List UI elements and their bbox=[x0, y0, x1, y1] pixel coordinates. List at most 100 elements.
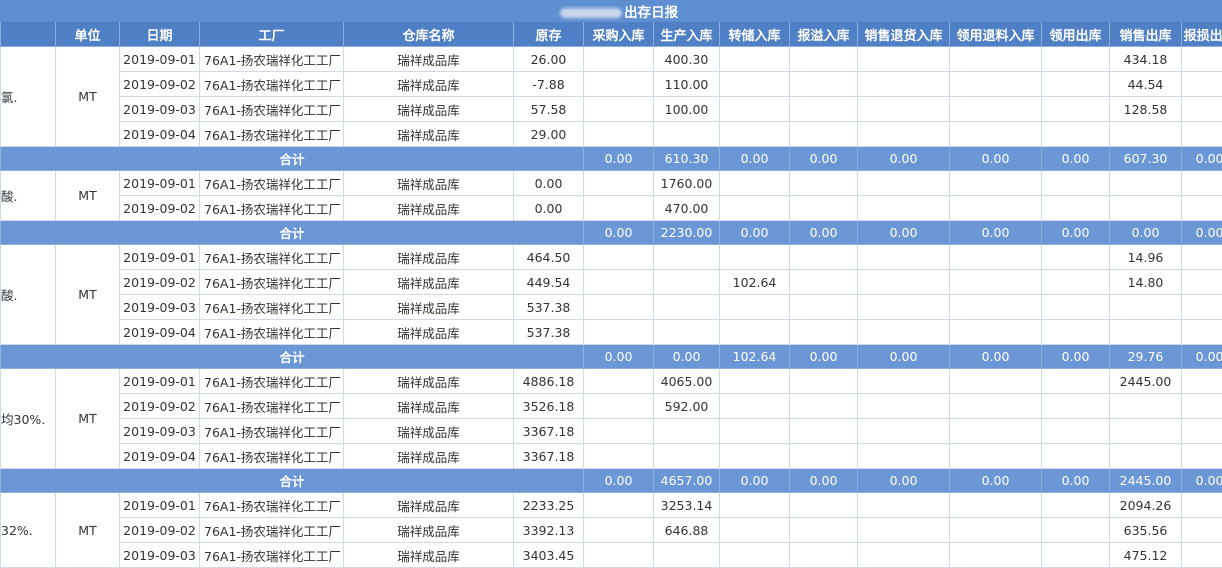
date-cell: 2019-09-03 bbox=[119, 96, 200, 122]
subtotal-value: 29.76 bbox=[1109, 344, 1182, 369]
value-cell bbox=[653, 319, 720, 345]
value-cell bbox=[789, 517, 858, 543]
date-cell: 2019-09-01 bbox=[119, 492, 200, 518]
value-cell: 3392.13 bbox=[513, 517, 584, 543]
value-cell bbox=[857, 195, 950, 221]
factory-cell: 76A1-扬农瑞祥化工工厂 bbox=[199, 195, 344, 221]
column-header[interactable]: 原存 bbox=[513, 21, 584, 47]
factory-cell: 76A1-扬农瑞祥化工工厂 bbox=[199, 170, 344, 196]
date-cell: 2019-09-03 bbox=[119, 294, 200, 320]
value-cell bbox=[857, 96, 950, 122]
warehouse-cell: 瑞祥成品库 bbox=[343, 517, 514, 543]
column-header[interactable]: 销售退货入库 bbox=[857, 21, 950, 47]
factory-cell: 76A1-扬农瑞祥化工工厂 bbox=[199, 418, 344, 444]
column-header[interactable]: 生产入库 bbox=[653, 21, 720, 47]
value-cell bbox=[653, 294, 720, 320]
value-cell bbox=[1109, 418, 1182, 444]
value-cell bbox=[1180, 443, 1222, 469]
value-cell bbox=[1180, 46, 1222, 72]
column-header[interactable]: 仓库名称 bbox=[343, 21, 514, 47]
subtotal-value: 0.00 bbox=[1041, 220, 1110, 245]
table-row: 2019-09-03 76A1-扬农瑞祥化工工厂 瑞祥成品库 3367.18 bbox=[1, 418, 1222, 444]
value-cell bbox=[1180, 170, 1222, 196]
value-cell bbox=[1041, 517, 1110, 543]
value-cell: 475.12 bbox=[1109, 542, 1182, 568]
value-cell bbox=[583, 542, 654, 568]
subtotal-label: 合计 bbox=[0, 344, 584, 369]
column-header[interactable]: 采购入库 bbox=[583, 21, 654, 47]
warehouse-cell: 瑞祥成品库 bbox=[343, 170, 514, 196]
value-cell: 400.30 bbox=[653, 46, 720, 72]
column-header[interactable]: 领用出库 bbox=[1041, 21, 1110, 47]
column-header[interactable] bbox=[0, 21, 56, 47]
subtotal-value: 607.30 bbox=[1109, 146, 1182, 171]
value-cell bbox=[789, 393, 858, 419]
column-header[interactable]: 工厂 bbox=[199, 21, 344, 47]
value-cell bbox=[789, 418, 858, 444]
value-cell bbox=[949, 517, 1042, 543]
table-row: 2019-09-04 76A1-扬农瑞祥化工工厂 瑞祥成品库 29.00 bbox=[1, 121, 1222, 147]
subtotal-value: 0.00 bbox=[857, 146, 950, 171]
value-cell: 3367.18 bbox=[513, 418, 584, 444]
factory-cell: 76A1-扬农瑞祥化工工厂 bbox=[199, 542, 344, 568]
unit-cell: MT bbox=[55, 244, 120, 345]
report-title: 出存日报 bbox=[624, 5, 679, 21]
value-cell bbox=[1109, 170, 1182, 196]
value-cell: 0.00 bbox=[513, 195, 584, 221]
product-name-cell: 酸. bbox=[0, 244, 56, 345]
report-title-cell: 出存日报 bbox=[0, 0, 1222, 22]
subtotal-value: 0.00 bbox=[1180, 220, 1222, 245]
value-cell: 434.18 bbox=[1109, 46, 1182, 72]
column-header[interactable]: 日期 bbox=[119, 21, 200, 47]
value-cell bbox=[1180, 294, 1222, 320]
value-cell bbox=[583, 46, 654, 72]
value-cell bbox=[1180, 492, 1222, 518]
subtotal-value: 0.00 bbox=[583, 344, 654, 369]
table-row: 2019-09-02 76A1-扬农瑞祥化工工厂 瑞祥成品库 3526.18 592.0… bbox=[1, 393, 1222, 419]
subtotal-value: 4657.00 bbox=[653, 468, 720, 493]
column-header[interactable]: 销售出库 bbox=[1109, 21, 1182, 47]
warehouse-cell: 瑞祥成品库 bbox=[343, 294, 514, 320]
factory-cell: 76A1-扬农瑞祥化工工厂 bbox=[199, 71, 344, 97]
value-cell bbox=[789, 319, 858, 345]
column-header[interactable]: 单位 bbox=[55, 21, 120, 47]
value-cell bbox=[949, 368, 1042, 394]
value-cell bbox=[719, 368, 790, 394]
table-row: 32%. MT 2019-09-01 76A1-扬农瑞祥化工工厂 瑞祥成品库 2233.2… bbox=[0, 492, 1222, 568]
date-cell: 2019-09-02 bbox=[119, 195, 200, 221]
column-header[interactable]: 领用退料入库 bbox=[949, 21, 1042, 47]
value-cell bbox=[789, 542, 858, 568]
value-cell: 100.00 bbox=[653, 96, 720, 122]
value-cell: 1760.00 bbox=[653, 170, 720, 196]
value-cell bbox=[1041, 294, 1110, 320]
value-cell bbox=[1180, 542, 1222, 568]
column-header[interactable]: 报损出库 bbox=[1180, 21, 1222, 47]
column-header[interactable]: 转储入库 bbox=[719, 21, 790, 47]
subtotal-value: 0.00 bbox=[1180, 146, 1222, 171]
subtotal-label: 合计 bbox=[0, 220, 584, 245]
unit-cell: MT bbox=[55, 46, 120, 147]
warehouse-cell: 瑞祥成品库 bbox=[343, 71, 514, 97]
column-header[interactable]: 报溢入库 bbox=[789, 21, 858, 47]
value-cell bbox=[1109, 294, 1182, 320]
value-cell bbox=[1041, 71, 1110, 97]
subtotal-row: 合计 0.00 4657.00 0.00 0.00 0.00 0.00 0.00 2445.00… bbox=[0, 468, 1222, 493]
value-cell bbox=[719, 170, 790, 196]
value-cell bbox=[789, 170, 858, 196]
value-cell bbox=[1041, 269, 1110, 295]
value-cell bbox=[719, 393, 790, 419]
value-cell: 3253.14 bbox=[653, 492, 720, 518]
value-cell bbox=[1180, 319, 1222, 345]
value-cell bbox=[583, 170, 654, 196]
value-cell bbox=[1041, 418, 1110, 444]
value-cell bbox=[1180, 96, 1222, 122]
value-cell bbox=[789, 492, 858, 518]
value-cell bbox=[949, 443, 1042, 469]
value-cell bbox=[949, 269, 1042, 295]
subtotal-value: 0.00 bbox=[719, 220, 790, 245]
value-cell bbox=[1180, 195, 1222, 221]
value-cell: 2445.00 bbox=[1109, 368, 1182, 394]
value-cell: 537.38 bbox=[513, 294, 584, 320]
table-row: 2019-09-03 76A1-扬农瑞祥化工工厂 瑞祥成品库 537.38 bbox=[1, 294, 1222, 320]
subtotal-value: 0.00 bbox=[1109, 220, 1182, 245]
